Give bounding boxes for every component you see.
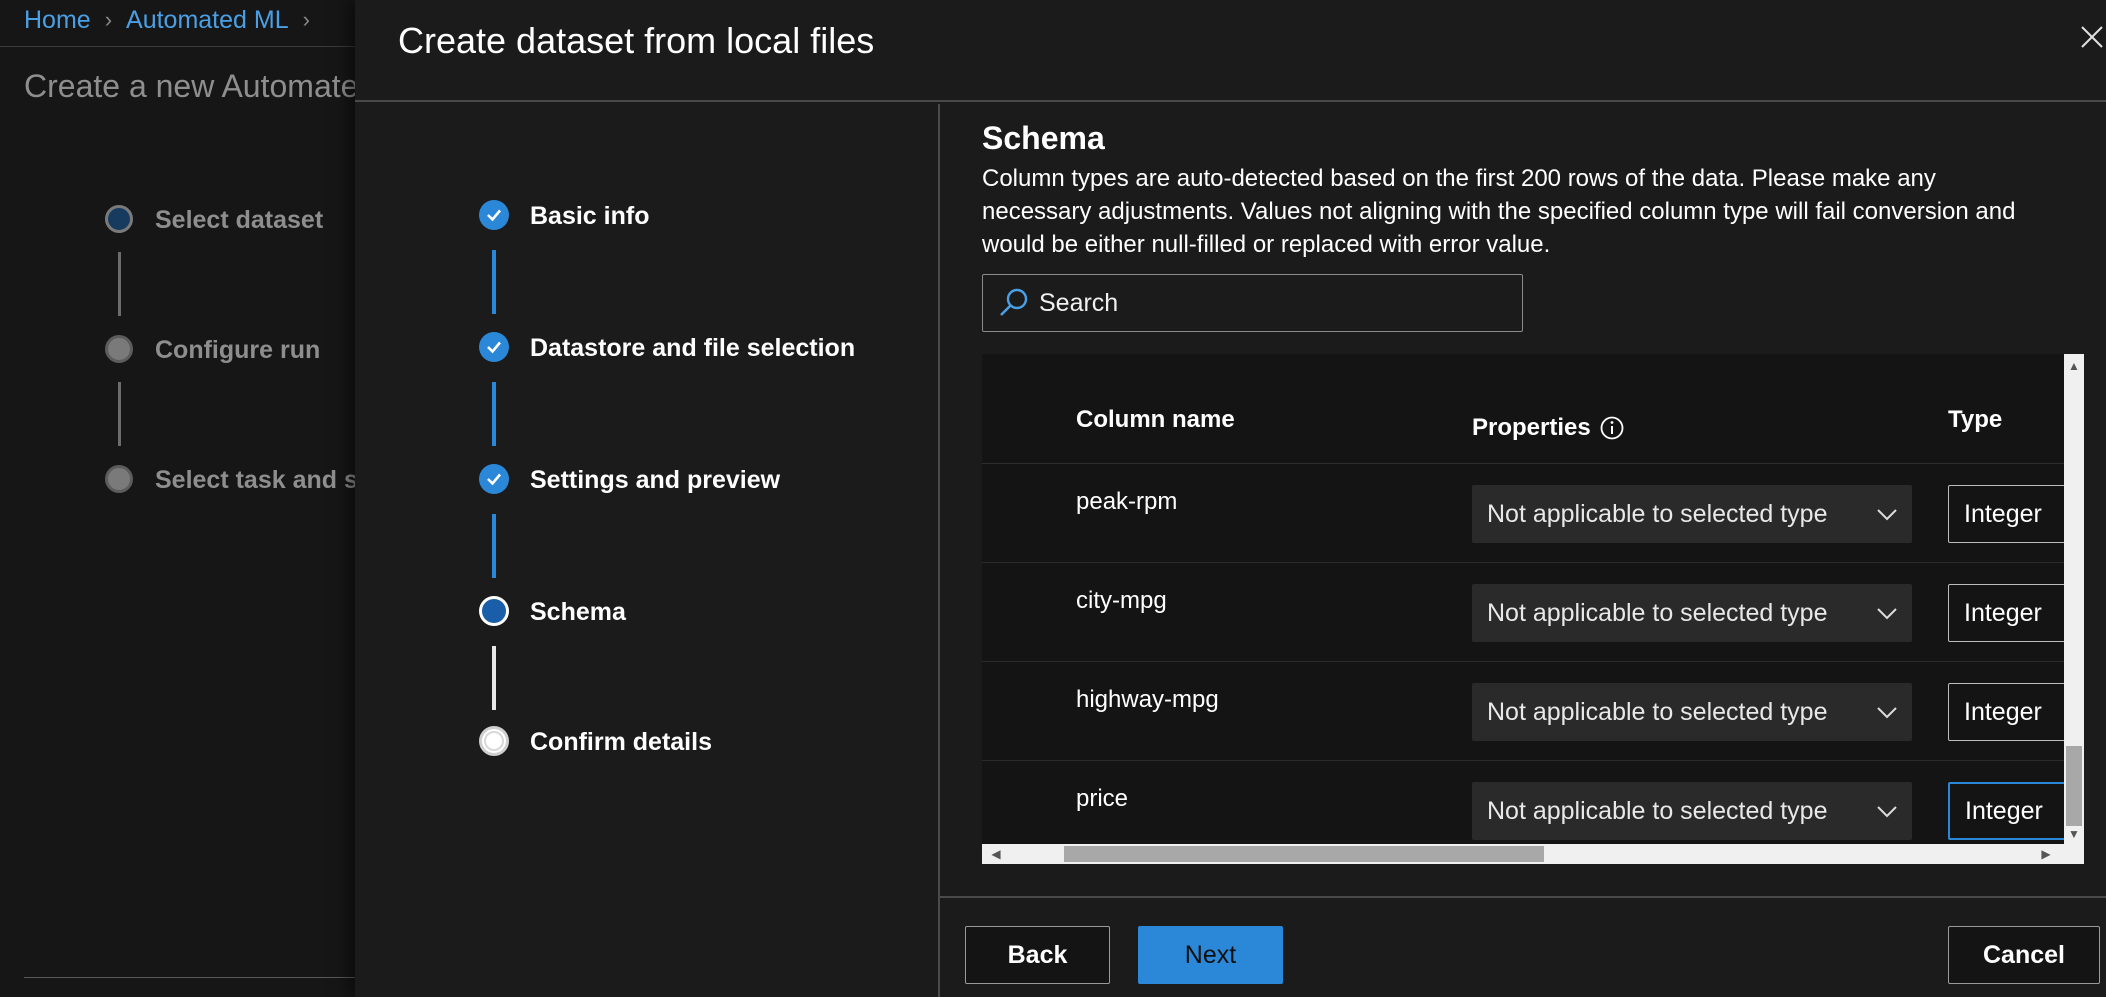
step-connector — [492, 250, 496, 314]
chevron-down-icon — [1877, 707, 1897, 719]
scrollbar-thumb[interactable] — [1064, 846, 1544, 862]
step-connector — [118, 252, 121, 316]
dropdown-value: Not applicable to selected type — [1487, 499, 1828, 528]
back-button[interactable]: Back — [965, 926, 1110, 984]
step-settings-preview[interactable]: Settings and preview — [530, 466, 780, 495]
chevron-right-icon: › — [302, 7, 310, 32]
step-dot — [105, 205, 133, 233]
check-icon — [479, 332, 509, 362]
close-button[interactable] — [2077, 22, 2106, 52]
dropdown-value: Not applicable to selected type — [1487, 796, 1828, 825]
footer-divider — [940, 896, 2106, 898]
column-name-cell: highway-mpg — [1076, 686, 1219, 713]
vertical-scrollbar[interactable]: ▲ ▼ — [2064, 354, 2084, 864]
step-confirm-details[interactable]: Confirm details — [530, 728, 712, 757]
step-connector — [492, 382, 496, 446]
cancel-button[interactable]: Cancel — [1948, 926, 2100, 984]
breadcrumb: Home › Automated ML › — [24, 4, 310, 36]
step-basic-info[interactable]: Basic info — [530, 202, 649, 231]
grid-header: Column name Properties Type — [982, 354, 2064, 464]
create-dataset-panel: Create dataset from local files Basic in… — [355, 0, 2106, 997]
check-icon — [479, 464, 509, 494]
section-description: Column types are auto-detected based on … — [982, 165, 2016, 258]
pending-step-dot — [479, 726, 509, 756]
step-dot — [105, 335, 133, 363]
search-icon — [1000, 288, 1028, 316]
column-header-label: Properties — [1472, 414, 1591, 441]
horizontal-scrollbar[interactable]: ◀ ▶ — [982, 844, 2064, 864]
type-select[interactable]: Integer — [1948, 782, 2068, 840]
step-label: Select dataset — [155, 206, 324, 234]
table-row: city-mpg Not applicable to selected type… — [982, 563, 2068, 662]
column-name-cell: city-mpg — [1076, 587, 1167, 614]
panel-title: Create dataset from local files — [398, 20, 875, 61]
info-icon[interactable] — [1599, 415, 1625, 441]
schema-grid: Column name Properties Type peak-rpm Not… — [982, 354, 2084, 864]
scrollbar-thumb[interactable] — [2066, 746, 2082, 826]
step-connector — [118, 382, 121, 446]
scroll-right-icon[interactable]: ▶ — [2038, 846, 2054, 862]
scroll-up-icon[interactable]: ▲ — [2066, 358, 2082, 374]
step-dot — [105, 465, 133, 493]
next-button[interactable]: Next — [1138, 926, 1283, 984]
chevron-down-icon — [1877, 509, 1897, 521]
scroll-left-icon[interactable]: ◀ — [988, 846, 1004, 862]
background-page-title: Create a new Automate — [24, 68, 359, 104]
table-row: peak-rpm Not applicable to selected type… — [982, 464, 2068, 563]
type-select[interactable]: Integer — [1948, 683, 2068, 741]
step-datastore-file-selection[interactable]: Datastore and file selection — [530, 334, 855, 363]
properties-dropdown[interactable]: Not applicable to selected type — [1472, 584, 1912, 642]
column-header-label: Column name — [1076, 406, 1235, 433]
panel-header: Create dataset from local files — [355, 0, 2106, 102]
column-name-cell: peak-rpm — [1076, 488, 1178, 515]
properties-dropdown[interactable]: Not applicable to selected type — [1472, 782, 1912, 840]
close-icon — [2081, 26, 2103, 48]
chevron-down-icon — [1877, 608, 1897, 620]
divider — [24, 977, 360, 978]
table-row: highway-mpg Not applicable to selected t… — [982, 662, 2068, 761]
step-label: Configure run — [155, 336, 321, 364]
search-box[interactable] — [982, 274, 1523, 332]
breadcrumb-home[interactable]: Home — [24, 6, 91, 35]
current-step-dot — [479, 596, 509, 626]
check-icon — [479, 200, 509, 230]
column-name-cell: price — [1076, 785, 1129, 812]
column-header-name[interactable]: Column name — [1076, 406, 1235, 434]
column-header-label: Type — [1948, 406, 2003, 433]
chevron-down-icon — [1877, 806, 1897, 818]
column-header-type[interactable]: Type — [1948, 406, 2002, 434]
properties-dropdown[interactable]: Not applicable to selected type — [1472, 683, 1912, 741]
scroll-down-icon[interactable]: ▼ — [2066, 826, 2082, 842]
properties-dropdown[interactable]: Not applicable to selected type — [1472, 485, 1912, 543]
divider — [0, 46, 360, 47]
step-connector — [492, 646, 496, 710]
dropdown-value: Not applicable to selected type — [1487, 598, 1828, 627]
section-title: Schema — [982, 120, 1105, 156]
schema-section: Schema Column types are auto-detected ba… — [940, 104, 2106, 897]
breadcrumb-automated-ml[interactable]: Automated ML — [126, 6, 289, 35]
chevron-right-icon: › — [104, 7, 113, 32]
column-header-properties[interactable]: Properties — [1472, 414, 1625, 442]
step-label: Select task and se — [155, 466, 372, 494]
type-select[interactable]: Integer — [1948, 584, 2068, 642]
search-input[interactable] — [1039, 288, 1499, 318]
wizard-stepper: Basic info Datastore and file selection … — [355, 104, 938, 997]
step-schema[interactable]: Schema — [530, 598, 626, 627]
step-connector — [492, 514, 496, 578]
type-select[interactable]: Integer — [1948, 485, 2068, 543]
dropdown-value: Not applicable to selected type — [1487, 697, 1828, 726]
